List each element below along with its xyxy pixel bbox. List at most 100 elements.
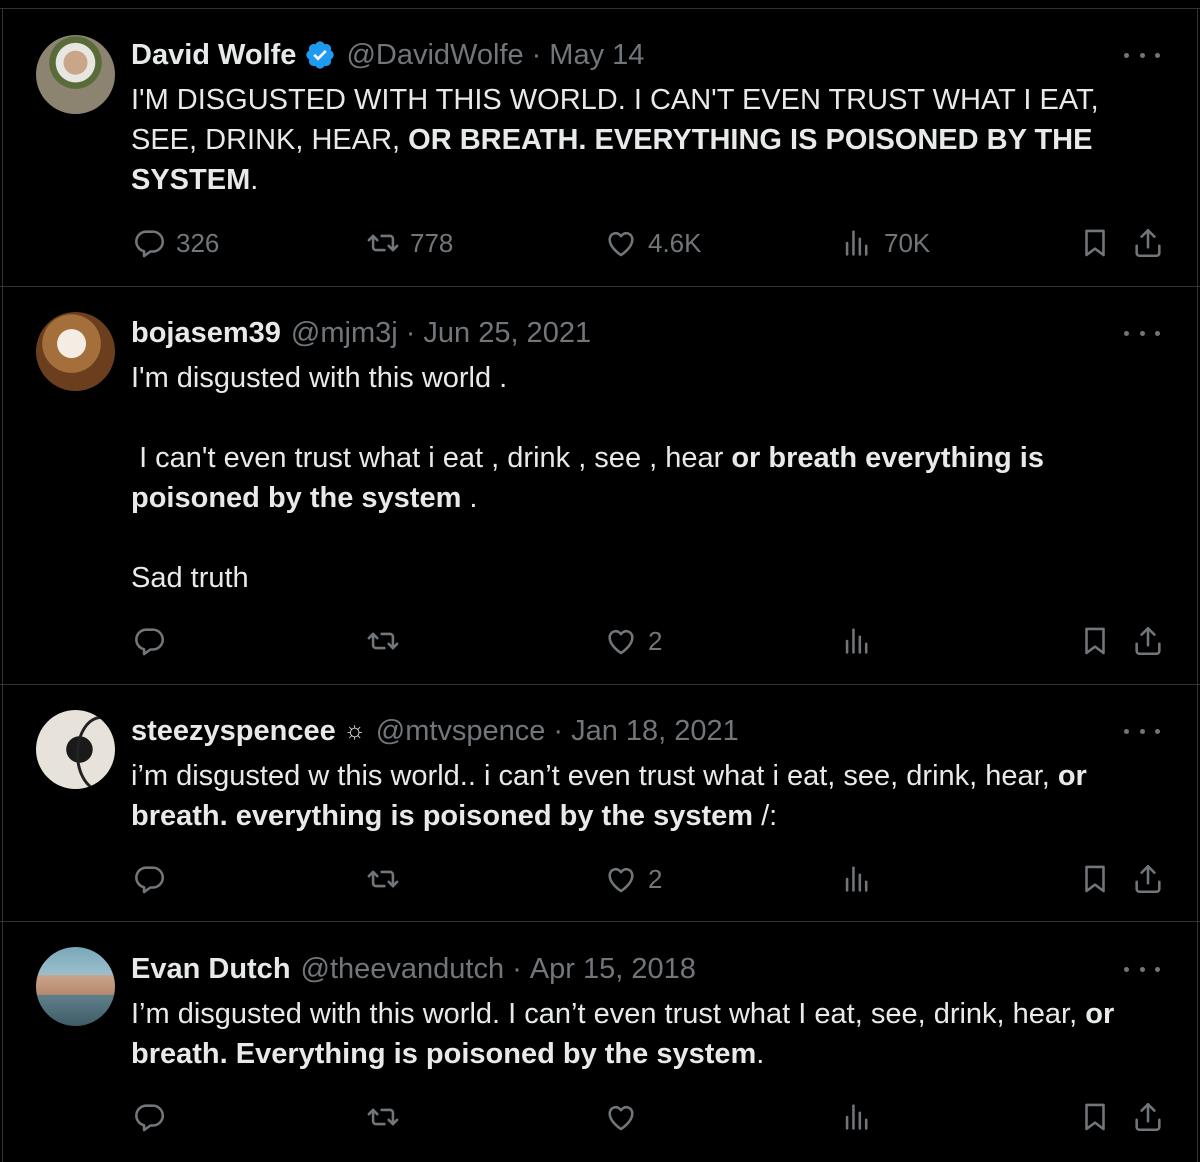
handle[interactable]: @DavidWolfe (346, 39, 523, 72)
bookmark-button[interactable] (1078, 223, 1112, 263)
display-name[interactable]: Evan Dutch (131, 953, 291, 986)
action-bar: 2 (0, 859, 1200, 899)
action-bar: 326 778 4.6K 70K (0, 223, 1200, 263)
share-icon (1131, 862, 1165, 896)
sun-emoji-icon: ☼ (343, 717, 366, 744)
display-name[interactable]: David Wolfe (131, 39, 296, 72)
tweet-header: bojasem39 @mjm3j · Jun 25, 2021 (131, 315, 591, 351)
share-button[interactable] (1131, 621, 1165, 661)
display-name[interactable]: bojasem39 (131, 317, 281, 350)
reply-count: 326 (176, 227, 220, 258)
more-icon[interactable] (1124, 721, 1160, 741)
tweet-text: I’m disgusted with this world. I can’t e… (131, 994, 1141, 1074)
tweet-text: I'M DISGUSTED WITH THIS WORLD. I CAN'T E… (131, 80, 1141, 200)
like-count: 2 (648, 625, 663, 656)
heart-icon (604, 624, 638, 658)
tweet[interactable]: bojasem39 @mjm3j · Jun 25, 2021 I'm disg… (0, 287, 1200, 685)
bookmark-button[interactable] (1078, 1097, 1112, 1137)
reply-icon (132, 1100, 166, 1134)
retweet-icon (366, 1100, 400, 1134)
more-icon[interactable] (1124, 323, 1160, 343)
like-button[interactable]: 4.6K (604, 223, 702, 263)
views-button[interactable]: 70K (840, 223, 930, 263)
separator-dot: · (512, 952, 522, 985)
bookmark-icon (1078, 624, 1112, 658)
reply-icon (132, 624, 166, 658)
reply-icon (132, 862, 166, 896)
retweet-button[interactable] (366, 621, 400, 661)
share-button[interactable] (1131, 223, 1165, 263)
verified-badge-icon (306, 41, 335, 69)
timeline-feed: David Wolfe @DavidWolfe · May 14 I'M DIS… (0, 0, 1200, 1162)
handle[interactable]: @theevandutch (301, 953, 505, 986)
reply-button[interactable] (132, 621, 166, 661)
retweet-button[interactable] (366, 1097, 400, 1137)
tweet-header: steezyspencee ☼ @mtvspence · Jan 18, 202… (131, 713, 739, 749)
action-bar (0, 1097, 1200, 1137)
tweet-text-segment: I’m disgusted with this world. I can’t e… (131, 998, 1086, 1030)
share-icon (1131, 624, 1165, 658)
retweet-icon (366, 624, 400, 658)
more-icon[interactable] (1124, 959, 1160, 979)
retweet-icon (366, 226, 400, 260)
reply-icon (132, 226, 166, 260)
tweet-header: David Wolfe @DavidWolfe · May 14 (131, 37, 644, 73)
views-icon (840, 226, 874, 260)
reply-button[interactable] (132, 1097, 166, 1137)
more-icon[interactable] (1124, 45, 1160, 65)
share-button[interactable] (1131, 1097, 1165, 1137)
tweet-text-segment: I'm disgusted with this world . I can't … (131, 362, 724, 474)
bookmark-icon (1078, 862, 1112, 896)
like-count: 2 (648, 863, 663, 894)
timestamp[interactable]: May 14 (549, 39, 644, 72)
like-button[interactable]: 2 (604, 859, 662, 899)
tweet-header: Evan Dutch @theevandutch · Apr 15, 2018 (131, 951, 696, 987)
tweet[interactable]: David Wolfe @DavidWolfe · May 14 I'M DIS… (0, 9, 1200, 287)
retweet-button[interactable] (366, 859, 400, 899)
avatar[interactable] (36, 35, 115, 114)
views-icon (840, 624, 874, 658)
action-bar: 2 (0, 621, 1200, 661)
views-icon (840, 862, 874, 896)
heart-icon (604, 1100, 638, 1134)
retweet-button[interactable]: 778 (366, 223, 453, 263)
views-button[interactable] (840, 859, 874, 899)
reply-button[interactable] (132, 859, 166, 899)
bookmark-button[interactable] (1078, 621, 1112, 661)
separator-dot: · (405, 316, 416, 349)
display-name[interactable]: steezyspencee (131, 715, 336, 748)
bookmark-button[interactable] (1078, 859, 1112, 899)
heart-icon (604, 226, 638, 260)
avatar[interactable] (36, 710, 115, 789)
tweet-text: i’m disgusted w this world.. i can’t eve… (131, 756, 1141, 836)
handle[interactable]: @mtvspence (376, 715, 546, 748)
tweet-text-segment: . (250, 164, 259, 196)
avatar[interactable] (36, 947, 115, 1026)
timestamp[interactable]: Jan 18, 2021 (571, 715, 739, 748)
views-count: 70K (884, 227, 931, 258)
share-icon (1131, 226, 1165, 260)
timestamp[interactable]: Apr 15, 2018 (530, 953, 696, 986)
reply-button[interactable]: 326 (132, 223, 219, 263)
tweet[interactable]: steezyspencee ☼ @mtvspence · Jan 18, 202… (0, 685, 1200, 922)
tweet[interactable]: Evan Dutch @theevandutch · Apr 15, 2018 … (0, 922, 1200, 1162)
views-button[interactable] (840, 621, 874, 661)
avatar[interactable] (36, 312, 115, 391)
tweet-text-segment: . (756, 1038, 765, 1070)
views-button[interactable] (840, 1097, 874, 1137)
share-button[interactable] (1131, 859, 1165, 899)
separator-dot: · (553, 714, 564, 747)
handle[interactable]: @mjm3j (291, 317, 398, 350)
bookmark-icon (1078, 226, 1112, 260)
like-button[interactable]: 2 (604, 621, 662, 661)
bookmark-icon (1078, 1100, 1112, 1134)
retweet-count: 778 (410, 227, 454, 258)
tweet-text-segment: /: (753, 800, 778, 832)
share-icon (1131, 1100, 1165, 1134)
like-count: 4.6K (648, 227, 702, 258)
tweet-text: I'm disgusted with this world . I can't … (131, 358, 1141, 598)
like-button[interactable] (604, 1097, 638, 1137)
retweet-icon (366, 862, 400, 896)
heart-icon (604, 862, 638, 896)
timestamp[interactable]: Jun 25, 2021 (423, 317, 591, 350)
